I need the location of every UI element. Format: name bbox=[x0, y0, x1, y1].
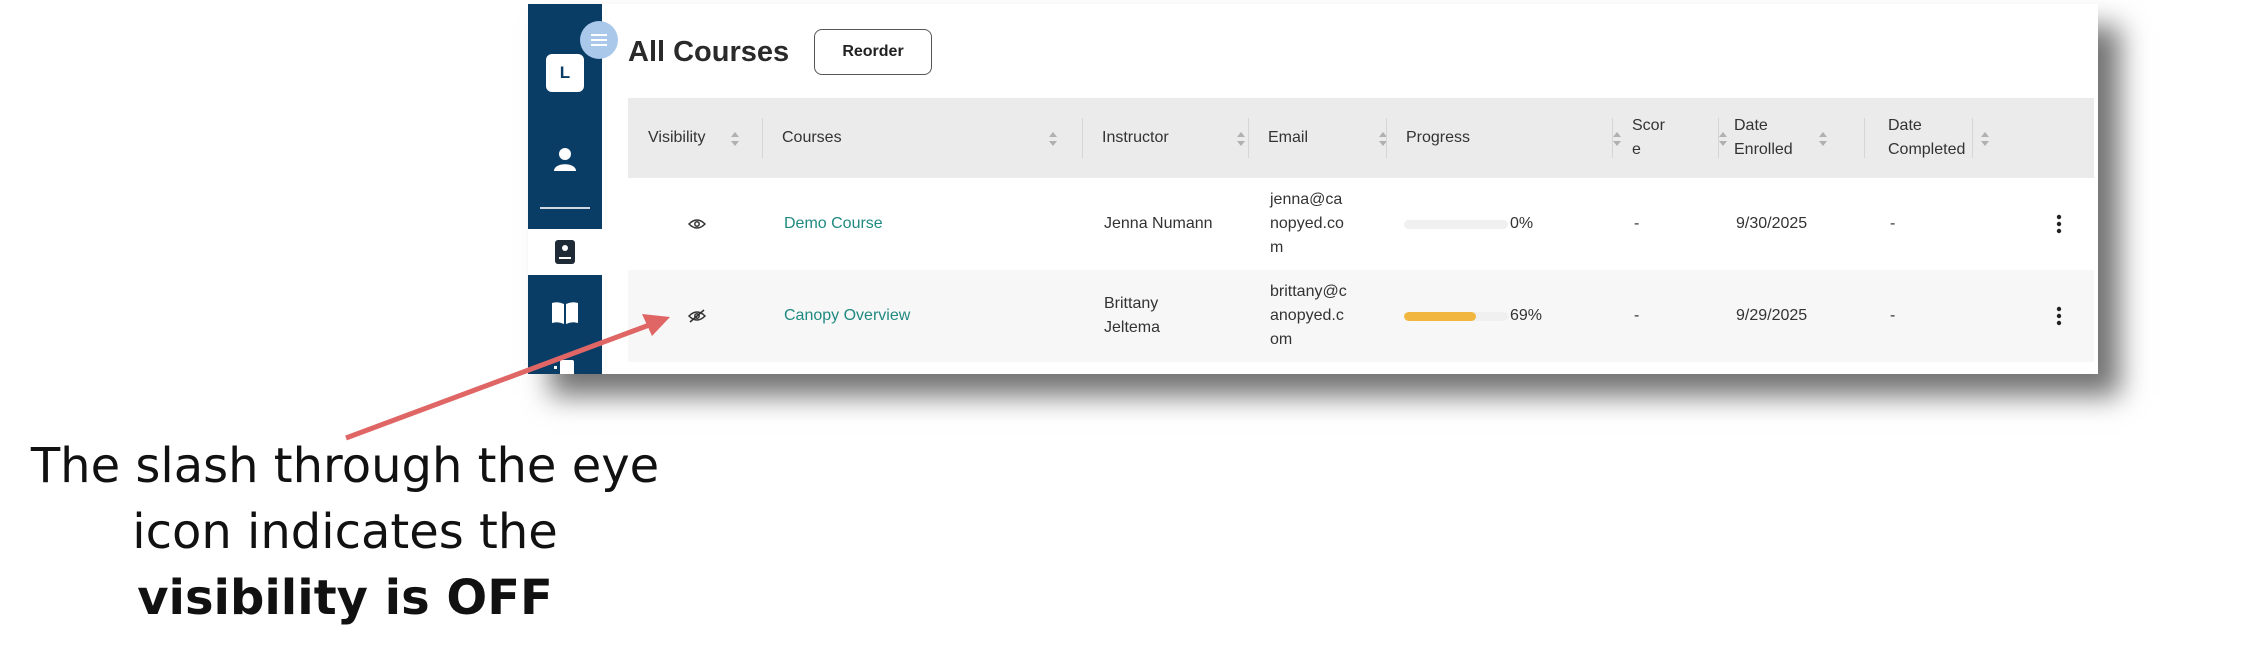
annotation-line-2: icon indicates the bbox=[132, 504, 558, 560]
arrow-line bbox=[345, 321, 653, 441]
annotation-line-1: The slash through the eye bbox=[30, 438, 660, 494]
annotation-line-3: visibility is OFF bbox=[137, 570, 553, 626]
annotation-text: The slash through the eye icon indicates… bbox=[20, 433, 670, 631]
